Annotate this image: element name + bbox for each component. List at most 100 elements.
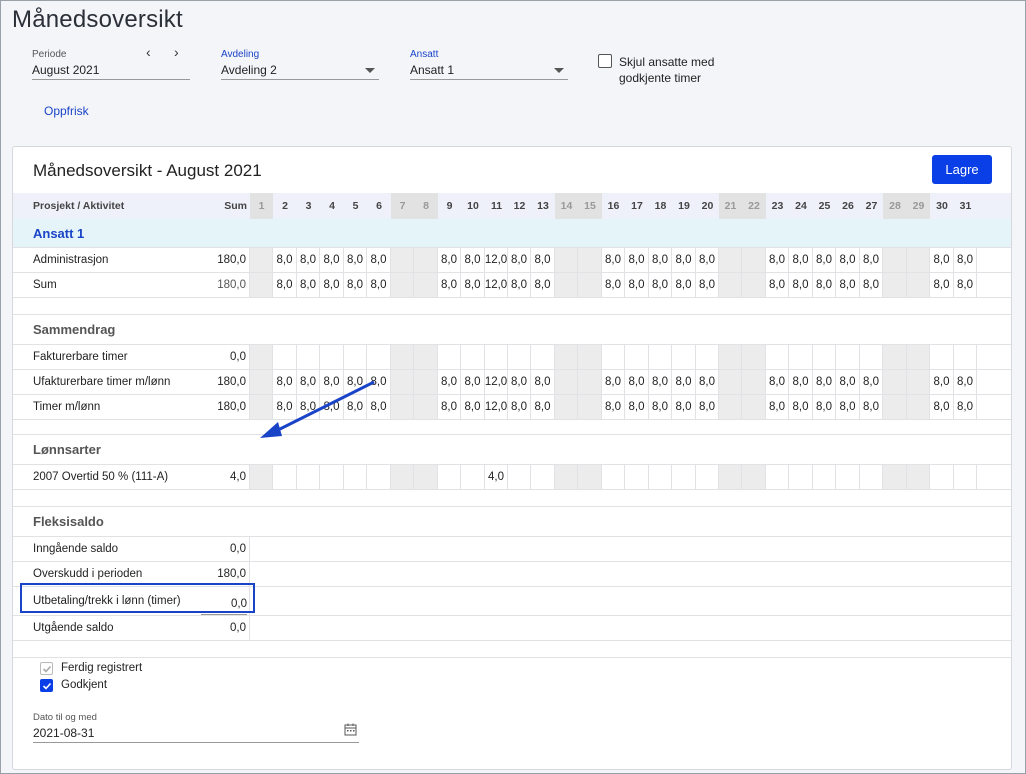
day-cell-5[interactable]: 8,0 bbox=[344, 248, 367, 272]
day-cell-23[interactable]: 8,0 bbox=[766, 395, 789, 419]
date-input[interactable]: 2021-08-31 bbox=[33, 723, 359, 743]
day-cell-18[interactable] bbox=[649, 465, 672, 489]
day-cell-22[interactable] bbox=[742, 370, 766, 394]
day-cell-19[interactable]: 8,0 bbox=[672, 248, 696, 272]
day-cell-24[interactable]: 8,0 bbox=[789, 395, 813, 419]
day-cell-19[interactable] bbox=[672, 345, 696, 369]
day-cell-27[interactable]: 8,0 bbox=[860, 370, 883, 394]
day-cell-9[interactable] bbox=[438, 345, 461, 369]
day-cell-15[interactable] bbox=[578, 345, 602, 369]
day-cell-1[interactable] bbox=[250, 273, 273, 297]
department-value-wrap[interactable]: Avdeling 2 bbox=[221, 62, 379, 80]
day-cell-13[interactable] bbox=[531, 465, 555, 489]
day-cell-21[interactable] bbox=[719, 395, 742, 419]
day-cell-18[interactable]: 8,0 bbox=[649, 248, 672, 272]
day-cell-19[interactable] bbox=[672, 465, 696, 489]
day-cell-3[interactable]: 8,0 bbox=[297, 273, 320, 297]
day-cell-28[interactable] bbox=[883, 248, 907, 272]
day-cell-11[interactable] bbox=[485, 345, 508, 369]
day-cell-14[interactable] bbox=[555, 345, 578, 369]
day-cell-16[interactable] bbox=[602, 465, 625, 489]
day-cell-4[interactable]: 8,0 bbox=[320, 273, 344, 297]
day-cell-23[interactable]: 8,0 bbox=[766, 370, 789, 394]
chevron-right-icon[interactable]: › bbox=[174, 44, 179, 60]
day-cell-26[interactable]: 8,0 bbox=[836, 248, 860, 272]
day-cell-30[interactable]: 8,0 bbox=[930, 248, 954, 272]
day-cell-28[interactable] bbox=[883, 370, 907, 394]
day-cell-24[interactable]: 8,0 bbox=[789, 248, 813, 272]
day-cell-28[interactable] bbox=[883, 345, 907, 369]
day-cell-8[interactable] bbox=[414, 273, 438, 297]
day-cell-3[interactable] bbox=[297, 345, 320, 369]
day-cell-9[interactable]: 8,0 bbox=[438, 370, 461, 394]
day-cell-17[interactable]: 8,0 bbox=[625, 273, 649, 297]
day-cell-28[interactable] bbox=[883, 273, 907, 297]
day-cell-5[interactable] bbox=[344, 465, 367, 489]
day-cell-23[interactable] bbox=[766, 345, 789, 369]
period-value[interactable]: August 2021 bbox=[32, 62, 190, 80]
day-cell-20[interactable]: 8,0 bbox=[696, 273, 719, 297]
day-cell-28[interactable] bbox=[883, 465, 907, 489]
day-cell-17[interactable]: 8,0 bbox=[625, 248, 649, 272]
day-cell-8[interactable] bbox=[414, 345, 438, 369]
day-cell-4[interactable] bbox=[320, 465, 344, 489]
day-cell-26[interactable]: 8,0 bbox=[836, 395, 860, 419]
day-cell-25[interactable]: 8,0 bbox=[813, 395, 836, 419]
day-cell-29[interactable] bbox=[907, 248, 930, 272]
day-cell-16[interactable] bbox=[602, 345, 625, 369]
day-cell-22[interactable] bbox=[742, 465, 766, 489]
day-cell-5[interactable]: 8,0 bbox=[344, 273, 367, 297]
day-cell-8[interactable] bbox=[414, 395, 438, 419]
day-cell-24[interactable]: 8,0 bbox=[789, 273, 813, 297]
employee-value-wrap[interactable]: Ansatt 1 bbox=[410, 62, 568, 80]
day-cell-31[interactable]: 8,0 bbox=[954, 370, 977, 394]
chevron-down-icon[interactable] bbox=[365, 68, 375, 73]
day-cell-27[interactable]: 8,0 bbox=[860, 248, 883, 272]
day-cell-3[interactable]: 8,0 bbox=[297, 248, 320, 272]
day-cell-2[interactable] bbox=[273, 465, 297, 489]
day-cell-22[interactable] bbox=[742, 273, 766, 297]
day-cell-30[interactable] bbox=[930, 345, 954, 369]
day-cell-22[interactable] bbox=[742, 248, 766, 272]
hide-approved-checkbox[interactable] bbox=[598, 54, 612, 68]
day-cell-14[interactable] bbox=[555, 370, 578, 394]
day-cell-20[interactable]: 8,0 bbox=[696, 370, 719, 394]
day-cell-22[interactable] bbox=[742, 395, 766, 419]
day-cell-27[interactable]: 8,0 bbox=[860, 395, 883, 419]
day-cell-25[interactable] bbox=[813, 345, 836, 369]
day-cell-12[interactable] bbox=[508, 345, 531, 369]
day-cell-15[interactable] bbox=[578, 395, 602, 419]
day-cell-7[interactable] bbox=[391, 273, 414, 297]
day-cell-21[interactable] bbox=[719, 345, 742, 369]
chevron-down-icon[interactable] bbox=[554, 68, 564, 73]
refresh-button[interactable]: Oppfrisk bbox=[44, 104, 89, 118]
day-cell-29[interactable] bbox=[907, 345, 930, 369]
day-cell-17[interactable]: 8,0 bbox=[625, 370, 649, 394]
period-field[interactable]: Periode August 2021 bbox=[32, 49, 190, 80]
day-cell-7[interactable] bbox=[391, 465, 414, 489]
day-cell-19[interactable]: 8,0 bbox=[672, 370, 696, 394]
day-cell-17[interactable]: 8,0 bbox=[625, 395, 649, 419]
day-cell-6[interactable] bbox=[367, 345, 391, 369]
day-cell-25[interactable]: 8,0 bbox=[813, 248, 836, 272]
day-cell-16[interactable]: 8,0 bbox=[602, 248, 625, 272]
day-cell-18[interactable]: 8,0 bbox=[649, 395, 672, 419]
day-cell-8[interactable] bbox=[414, 370, 438, 394]
day-cell-12[interactable]: 8,0 bbox=[508, 248, 531, 272]
day-cell-6[interactable] bbox=[367, 465, 391, 489]
day-cell-9[interactable] bbox=[438, 465, 461, 489]
day-cell-6[interactable]: 8,0 bbox=[367, 273, 391, 297]
day-cell-27[interactable] bbox=[860, 465, 883, 489]
day-cell-12[interactable]: 8,0 bbox=[508, 273, 531, 297]
day-cell-3[interactable] bbox=[297, 465, 320, 489]
day-cell-11[interactable]: 12,0 bbox=[485, 273, 508, 297]
day-cell-26[interactable]: 8,0 bbox=[836, 370, 860, 394]
day-cell-27[interactable]: 8,0 bbox=[860, 273, 883, 297]
day-cell-21[interactable] bbox=[719, 248, 742, 272]
day-cell-25[interactable]: 8,0 bbox=[813, 273, 836, 297]
day-cell-30[interactable] bbox=[930, 465, 954, 489]
day-cell-29[interactable] bbox=[907, 273, 930, 297]
day-cell-14[interactable] bbox=[555, 248, 578, 272]
day-cell-24[interactable] bbox=[789, 345, 813, 369]
day-cell-8[interactable] bbox=[414, 465, 438, 489]
